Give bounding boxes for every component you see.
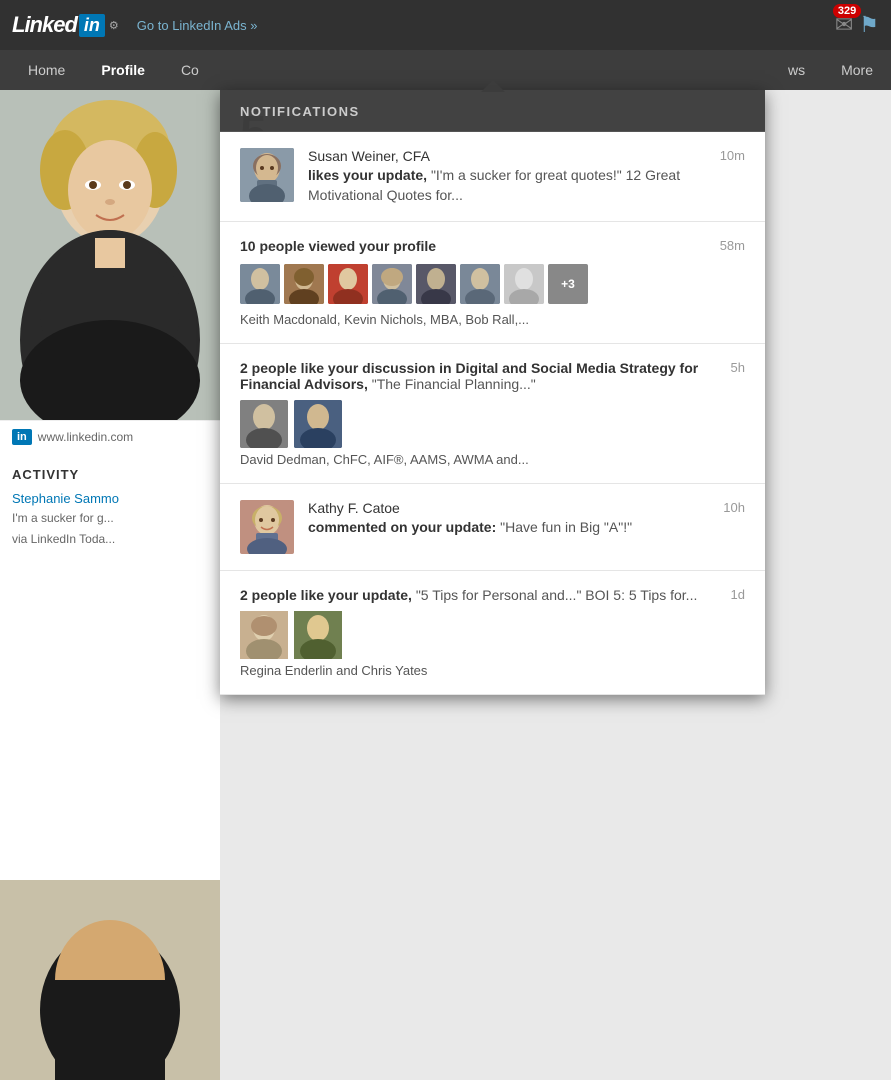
nav-home[interactable]: Home [10, 50, 83, 90]
viewer-av-1 [240, 264, 280, 304]
notif-name-1: Susan Weiner, CFA [308, 148, 430, 164]
ads-link[interactable]: Go to LinkedIn Ads » [137, 18, 258, 33]
linkedin-url-area: in www.linkedin.com [0, 420, 220, 453]
bottom-person-photo [0, 880, 220, 1080]
viewer-av-2 [284, 264, 324, 304]
disc-names: David Dedman, ChFC, AIF®, AAMS, AWMA and… [240, 452, 745, 467]
notification-item-2[interactable]: 10 people viewed your profile 58m [220, 222, 765, 344]
mail-badge: 329 [833, 4, 861, 18]
notification-item-5[interactable]: 2 people like your update, "5 Tips for P… [220, 571, 765, 695]
disc-av-1 [240, 400, 288, 448]
nav-more[interactable]: More [823, 50, 891, 90]
activity-person-link[interactable]: Stephanie Sammo [12, 491, 119, 506]
viewer-av-3 [328, 264, 368, 304]
notification-body-1: Susan Weiner, CFA 10m likes your update,… [308, 148, 745, 205]
viewer-av-5 [416, 264, 456, 304]
nav-profile[interactable]: Profile [83, 50, 163, 90]
notif-quote-4: "Have fun in Big "A"!" [500, 519, 632, 535]
notif-action-1: likes your update, [308, 167, 427, 183]
notif-views-count: 10 people viewed your profile [240, 238, 436, 254]
update-av-2 [294, 611, 342, 659]
notif-update-content: 2 people like your update, "5 Tips for P… [240, 587, 721, 603]
mail-notification-wrap[interactable]: ✉ 329 [835, 12, 853, 38]
notif-time-2: 58m [720, 238, 745, 254]
viewer-names: Keith Macdonald, Kevin Nichols, MBA, Bob… [240, 312, 745, 327]
update-avatars [240, 611, 745, 659]
viewer-plus-badge: +3 [548, 264, 588, 304]
update-av-1 [240, 611, 288, 659]
logo-text: Linked [12, 12, 77, 38]
logo-in-box: in [79, 14, 105, 37]
notif-update-quote: "5 Tips for Personal and..." BOI 5: 5 Ti… [416, 587, 698, 603]
avatar-susan-weiner [240, 148, 294, 202]
viewer-av-7 [504, 264, 544, 304]
notif-time-5: 1d [731, 587, 745, 603]
disc-av-2 [294, 400, 342, 448]
gear-icon: ⚙ [109, 19, 119, 32]
notifications-header: NOTIFICATIONS [220, 90, 765, 132]
notification-item-1[interactable]: Susan Weiner, CFA 10m likes your update,… [220, 132, 765, 222]
left-column: in www.linkedin.com ACTIVITY Stephanie S… [0, 90, 220, 1080]
notif-update-count: 2 people like your update, [240, 587, 412, 603]
nav-connections[interactable]: Co [163, 50, 217, 90]
update-names: Regina Enderlin and Chris Yates [240, 663, 745, 678]
secondary-nav: Home Profile Co ws More [0, 50, 891, 90]
activity-title: ACTIVITY [12, 467, 208, 482]
top-nav: Linked in ⚙ Go to LinkedIn Ads » ✉ 329 ⚑ [0, 0, 891, 50]
notifications-list: Susan Weiner, CFA 10m likes your update,… [220, 132, 765, 695]
nav-ws[interactable]: ws [770, 50, 823, 90]
notif-views-header: 10 people viewed your profile 58m [240, 238, 745, 254]
activity-via: via LinkedIn Toda... [12, 531, 208, 548]
nav-right: ws More [770, 50, 891, 90]
notification-content-1: Susan Weiner, CFA [308, 148, 430, 164]
notif-name-4: Kathy F. Catoe [308, 500, 400, 516]
notification-item-4[interactable]: Kathy F. Catoe 10h commented on your upd… [220, 484, 765, 571]
linkedin-logo[interactable]: Linked in ⚙ [12, 12, 119, 38]
notif-text-1: likes your update, "I'm a sucker for gre… [308, 166, 745, 205]
li-icon: in [12, 429, 32, 445]
notif-action-4: commented on your update: [308, 519, 496, 535]
notification-top-4: Kathy F. Catoe 10h [308, 500, 745, 516]
dropdown-arrow [481, 80, 505, 92]
notif-time-4: 10h [723, 500, 745, 515]
nav-icons: ✉ 329 ⚑ [835, 12, 879, 38]
notif-disc-header: 2 people like your discussion in Digital… [240, 360, 745, 392]
viewer-av-6 [460, 264, 500, 304]
profile-photo [0, 90, 220, 420]
viewer-avatars: +3 [240, 264, 745, 304]
notif-time-3: 5h [731, 360, 745, 392]
notif-update-header: 2 people like your update, "5 Tips for P… [240, 587, 745, 603]
notif-time-1: 10m [720, 148, 745, 163]
notif-disc-content: 2 people like your discussion in Digital… [240, 360, 721, 392]
flag-icon[interactable]: ⚑ [859, 12, 879, 38]
notification-top-1: Susan Weiner, CFA 10m [308, 148, 745, 164]
activity-text: I'm a sucker for g... [12, 510, 208, 527]
activity-section: ACTIVITY Stephanie Sammo I'm a sucker fo… [0, 455, 220, 560]
notification-body-4: Kathy F. Catoe 10h commented on your upd… [308, 500, 745, 554]
viewer-av-4 [372, 264, 412, 304]
notif-disc-quote: "The Financial Planning..." [372, 376, 536, 392]
discussion-avatars [240, 400, 745, 448]
notif-text-4: commented on your update: "Have fun in B… [308, 518, 745, 538]
avatar-kathy-catoe [240, 500, 294, 554]
notifications-dropdown: NOTIFICATIONS Susan Weiner, [220, 90, 765, 695]
notification-item-3[interactable]: 2 people like your discussion in Digital… [220, 344, 765, 484]
linkedin-url: www.linkedin.com [38, 430, 133, 444]
